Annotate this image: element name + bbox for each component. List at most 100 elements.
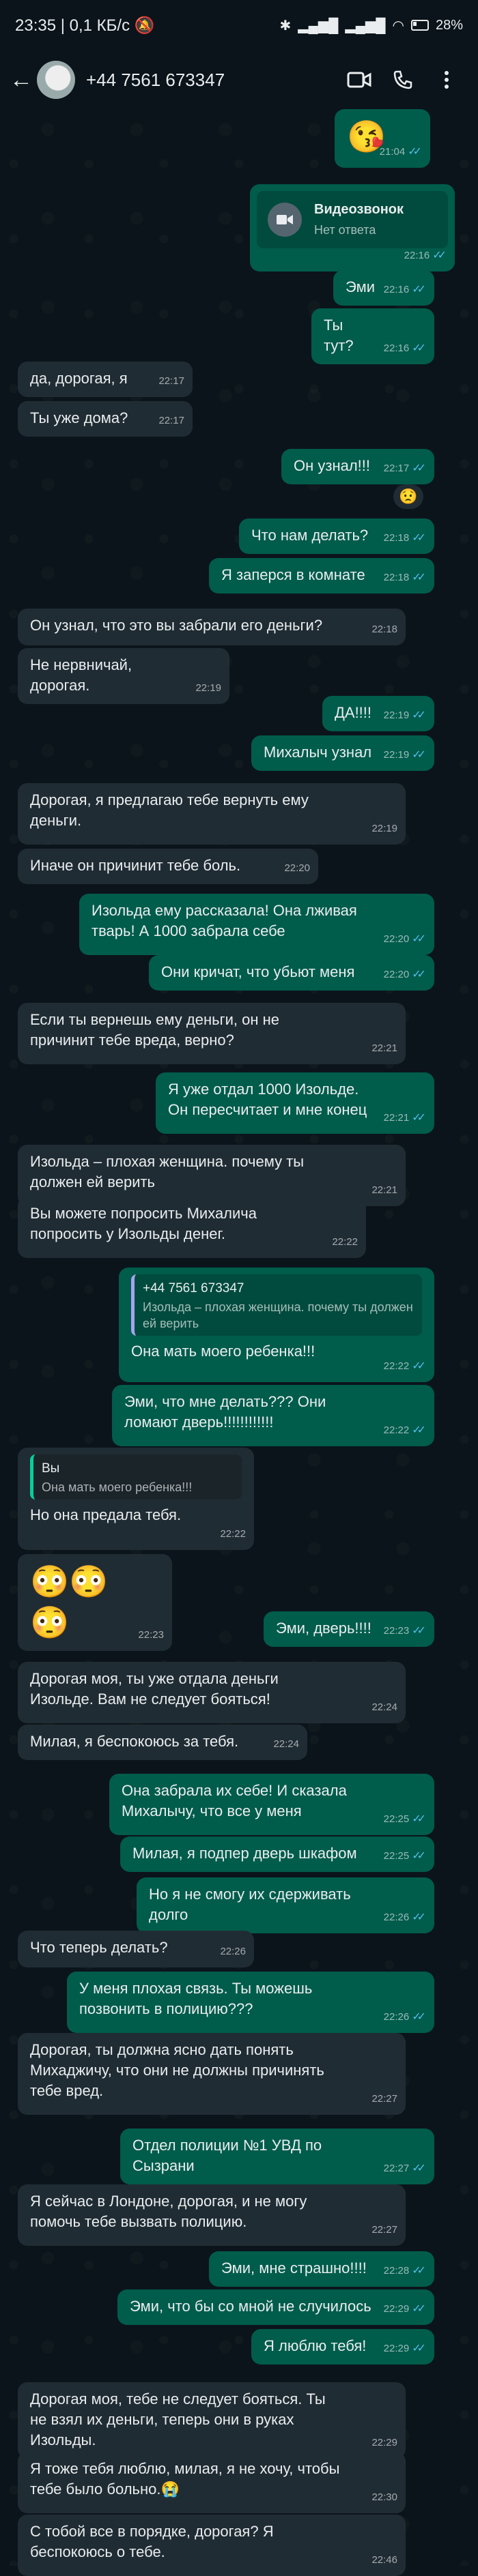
message-meta: 22:19 ✓✓ — [384, 745, 426, 765]
signal-icon: ▂▄▆█ — [298, 18, 339, 33]
read-receipt-icon: ✓✓ — [412, 1850, 426, 1862]
quoted-message[interactable]: Вы Она мать моего ребенка!!! — [30, 1454, 242, 1499]
more-options-icon[interactable] — [425, 70, 468, 90]
battery-icon — [410, 20, 429, 31]
call-status: Нет ответа — [314, 223, 376, 237]
incoming-message[interactable]: Если ты вернешь ему деньги, он не причин… — [18, 1003, 406, 1064]
message-meta: 22:26 ✓✓ — [384, 2007, 426, 2028]
message-text: Дорогая, ты должна ясно дать понять Миха… — [30, 2041, 324, 2099]
outgoing-message[interactable]: Она забрала их себе! И сказала Михалычу,… — [109, 1774, 434, 1835]
message-meta: 22:21 ✓✓ — [384, 1108, 426, 1128]
message-meta: 22:25 ✓✓ — [384, 1809, 426, 1830]
outgoing-message[interactable]: Милая, я подпер дверь шкафом 22:25 ✓✓ — [120, 1836, 434, 1872]
message-text: Отдел полиции №1 УВД по Сызрани — [132, 2137, 322, 2174]
quoted-message[interactable]: +44 7561 673347 Изольда – плохая женщина.… — [131, 1274, 422, 1336]
incoming-message[interactable]: 😳😳😳 22:23 — [18, 1554, 172, 1651]
missed-video-call-icon — [268, 203, 302, 237]
outgoing-message[interactable]: 😘 21:04 ✓✓ — [335, 109, 430, 168]
message-reaction[interactable]: 😟 — [393, 484, 423, 509]
outgoing-message[interactable]: Эми, что бы со мной не случилось 22:29 ✓✓ — [117, 2289, 434, 2325]
outgoing-message[interactable]: Что нам делать? 22:18 ✓✓ — [239, 518, 434, 554]
message-meta: 22:16 ✓✓ — [384, 280, 426, 300]
video-call-card[interactable]: Видеозвонок Нет ответа — [257, 191, 448, 248]
incoming-message[interactable]: С тобой все в порядке, дорогая? Я беспок… — [18, 2515, 406, 2576]
outgoing-message[interactable]: Ты тут? 22:16 ✓✓ — [311, 308, 434, 364]
outgoing-message[interactable]: ДА!!!! 22:19 ✓✓ — [322, 696, 434, 731]
back-arrow-icon[interactable]: ← — [10, 67, 37, 93]
message-meta: 22:19 — [371, 819, 397, 839]
message-meta: 21:04 ✓✓ — [380, 142, 422, 162]
incoming-message[interactable]: Дорогая моя, тебе не следует бояться. Ты… — [18, 2382, 406, 2459]
incoming-message[interactable]: Иначе он причинит тебе боль. 22:20 — [18, 849, 318, 884]
message-time: 22:26 — [220, 1946, 246, 1957]
message-time: 22:28 — [383, 2265, 410, 2277]
read-receipt-icon: ✓✓ — [412, 709, 426, 721]
outgoing-message[interactable]: Эми, мне страшно!!!! 22:28 ✓✓ — [209, 2251, 434, 2287]
outgoing-message[interactable]: Я уже отдал 1000 Изольде. Он пересчитает… — [156, 1072, 434, 1134]
incoming-message[interactable]: Что теперь делать? 22:26 — [18, 1931, 254, 1967]
outgoing-message[interactable]: Но я не смогу их сдерживать долго 22:26 ✓✓ — [137, 1877, 434, 1933]
status-right: ✱ ▂▄▆█ ▂▄▆█ ◠ 28% — [280, 17, 463, 34]
message-meta: 22:22 — [220, 1524, 246, 1545]
message-meta: 22:24 — [273, 1734, 299, 1755]
message-time: 22:16 — [404, 250, 430, 261]
incoming-message[interactable]: Он узнал, что это вы забрали его деньги?… — [18, 609, 406, 645]
outgoing-message[interactable]: Эми, что мне делать??? Они ломают дверь!… — [112, 1385, 434, 1446]
bluetooth-icon: ✱ — [279, 18, 292, 33]
outgoing-message[interactable]: Он узнал!!! 22:17 ✓✓ — [281, 449, 434, 484]
incoming-message[interactable]: Вы Она мать моего ребенка!!! Но она предал… — [18, 1448, 254, 1550]
incoming-message[interactable]: Ты уже дома? 22:17 — [18, 401, 193, 437]
incoming-message[interactable]: да, дорогая, я 22:17 — [18, 362, 193, 397]
message-text: Дорогая моя, ты уже отдала деньги Изольд… — [30, 1670, 279, 1708]
message-time: 22:20 — [383, 969, 410, 980]
outgoing-message[interactable]: Эми 22:16 ✓✓ — [333, 270, 434, 306]
battery-level: 28% — [435, 17, 463, 33]
message-time: 22:19 — [195, 682, 221, 694]
outgoing-message[interactable]: Они кричат, что убьют меня 22:20 ✓✓ — [149, 955, 434, 991]
voice-call-icon[interactable] — [381, 70, 425, 90]
message-text: Он узнал, что это вы забрали его деньги? — [30, 617, 323, 634]
message-time: 22:26 — [383, 1912, 410, 1923]
incoming-message[interactable]: Дорогая, я предлагаю тебе вернуть ему де… — [18, 783, 406, 845]
message-text: Если ты вернешь ему деньги, он не причин… — [30, 1011, 280, 1049]
incoming-message[interactable]: Не нервничай, дорогая. 22:19 — [18, 648, 229, 704]
call-title: Видеозвонок — [314, 202, 404, 217]
message-meta: 22:22 ✓✓ — [384, 1420, 426, 1441]
outgoing-message[interactable]: Видеозвонок Нет ответа 22:16 ✓✓ — [250, 184, 455, 272]
message-time: 22:23 — [383, 1625, 410, 1637]
outgoing-message[interactable]: Я люблю тебя! 22:29 ✓✓ — [251, 2329, 434, 2365]
incoming-message[interactable]: Дорогая моя, ты уже отдала деньги Изольд… — [18, 1662, 406, 1723]
message-time: 22:30 — [371, 2491, 397, 2503]
message-time: 22:27 — [383, 2163, 410, 2174]
incoming-message[interactable]: Вы можете попросить Михалича попросить у… — [18, 1197, 366, 1258]
message-time: 22:20 — [284, 862, 310, 874]
message-meta: 22:16 ✓✓ — [404, 246, 447, 266]
message-meta: 22:17 — [158, 411, 184, 431]
message-text: Я тоже тебя люблю, милая, я не хочу, что… — [30, 2460, 340, 2498]
message-time: 22:18 — [383, 532, 410, 544]
incoming-message[interactable]: Милая, я беспокоюсь за тебя. 22:24 — [18, 1725, 307, 1760]
contact-avatar[interactable] — [37, 61, 75, 99]
message-time: 22:18 — [383, 572, 410, 583]
message-meta: 22:23 — [138, 1625, 164, 1645]
message-time: 22:24 — [371, 1701, 397, 1713]
message-meta: 22:19 — [195, 678, 221, 699]
message-meta: 22:29 ✓✓ — [384, 2339, 426, 2359]
outgoing-message[interactable]: У меня плохая связь. Ты можешь позвонить… — [67, 1972, 434, 2033]
status-bar: 23:35 | 0,1 КБ/с 🔕 ✱ ▂▄▆█ ▂▄▆█ ◠ 28% — [0, 0, 478, 50]
incoming-message[interactable]: Я сейчас в Лондоне, дорогая, и не могу п… — [18, 2184, 406, 2246]
message-meta: 22:20 ✓✓ — [384, 965, 426, 985]
outgoing-message[interactable]: Эми, дверь!!!! 22:23 ✓✓ — [264, 1611, 434, 1647]
incoming-message[interactable]: Дорогая, ты должна ясно дать понять Миха… — [18, 2033, 406, 2115]
outgoing-message[interactable]: Отдел полиции №1 УВД по Сызрани 22:27 ✓✓ — [120, 2128, 434, 2184]
outgoing-message[interactable]: +44 7561 673347 Изольда – плохая женщина.… — [119, 1268, 434, 1382]
message-text: Не нервничай, дорогая. — [30, 656, 132, 694]
incoming-message[interactable]: Я тоже тебя люблю, милая, я не хочу, что… — [18, 2452, 406, 2513]
outgoing-message[interactable]: Я заперся в комнате 22:18 ✓✓ — [209, 558, 434, 594]
outgoing-message[interactable]: Изольда ему рассказала! Она лживая тварь… — [79, 894, 434, 955]
outgoing-message[interactable]: Михалыч узнал 22:19 ✓✓ — [251, 735, 434, 771]
message-text: Иначе он причинит тебе боль. — [30, 857, 241, 874]
video-call-icon[interactable] — [337, 71, 381, 89]
message-time: 22:16 — [383, 284, 410, 295]
contact-name[interactable]: +44 7561 673347 — [86, 70, 337, 91]
